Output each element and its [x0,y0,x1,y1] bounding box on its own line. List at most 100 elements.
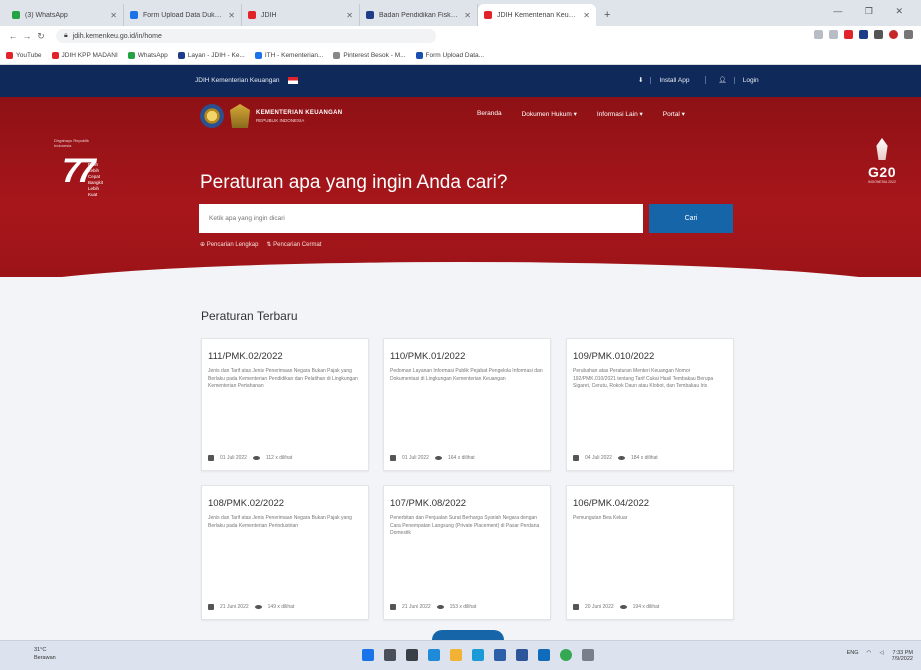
browser-tab[interactable]: JDIH ✕ [242,4,360,26]
card-meta: 01 Juli 2022 164 x dilihat [390,455,475,461]
card-meta: 21 Juni 2022 149 x dilihat [208,604,294,610]
reload-icon[interactable]: ↻ [34,31,48,42]
bookmark-item[interactable]: WhatsApp [127,51,168,59]
store-icon[interactable] [494,649,506,661]
calendar-icon [573,604,579,610]
card-title[interactable]: 111/PMK.02/2022 [208,351,362,362]
card-title[interactable]: 110/PMK.01/2022 [390,351,544,362]
mail-icon[interactable] [538,649,550,661]
card-description: Perubahan atas Peraturan Menteri Keuanga… [573,368,714,389]
smart-search-link[interactable]: ⇅ Pencarian Cermat [266,241,321,248]
calendar-icon [573,455,579,461]
extension-icon[interactable] [874,30,883,39]
eye-icon [619,605,627,609]
nav-dokumen-hukum[interactable]: Dokumen Hukum ▾ [522,110,577,118]
bookmark-favicon-icon [177,51,185,59]
regulation-card[interactable]: 110/PMK.01/2022 Pedoman Layanan Informas… [383,338,551,471]
file-explorer-icon[interactable] [450,649,462,661]
edge-icon[interactable] [472,649,484,661]
bookmark-item[interactable]: Pinterest Besok - M... [333,51,406,59]
user-icon: 👤︎ [718,77,727,84]
bookmark-item[interactable]: ITH - Kementerian... [254,51,323,59]
regulation-card[interactable]: 109/PMK.010/2022 Perubahan atas Peratura… [566,338,734,471]
extension-icon[interactable] [844,30,853,39]
site-top-strip: JDIH Kementerian Keuangan ⬇ Install App 👤… [0,65,921,97]
word-icon[interactable] [516,649,528,661]
profile-avatar-icon[interactable] [889,30,898,39]
browser-tab-active[interactable]: JDIH Kementerian Keuangan ✕ [478,4,596,26]
url-field[interactable]: 🔒︎ jdih.kemenkeu.go.id/in/home [56,29,436,43]
card-description: Pedoman Layanan Informasi Publik Pejabat… [390,368,543,382]
hut-ri-77-badge: Dirgahayu Republik Indonesia 77 Pulih Le… [54,138,104,197]
close-tab-icon[interactable]: ✕ [464,11,471,20]
bookmarks-bar: YouTube JDIH KPP MADANI WhatsApp Layan -… [0,46,921,65]
task-view-icon[interactable] [406,649,418,661]
card-meta: 21 Juni 2022 153 x dilihat [390,604,476,610]
language-indicator[interactable]: ENG [847,650,859,662]
card-description: Pemungutan Bea Keluar [573,515,628,521]
nav-informasi-lain[interactable]: Informasi Lain ▾ [597,110,643,118]
app-icon[interactable] [582,649,594,661]
chrome-icon[interactable] [560,649,572,661]
browser-tab-bar: (3) WhatsApp✕ Form Upload Data Dukung Pe… [0,0,921,26]
nav-beranda[interactable]: Beranda [477,110,502,118]
star-icon[interactable] [829,30,838,39]
eye-icon [252,456,260,460]
windows-taskbar: 31°C Berawan ENG ◠ ◁ 7:33 PM 7/9/2022 [0,640,921,670]
search-options: ⊕ Pencarian Lengkap ⇅ Pencarian Cermat [200,241,321,248]
bookmark-favicon-icon [333,51,341,59]
windows-start-icon[interactable] [362,649,374,661]
close-tab-icon[interactable]: ✕ [346,11,353,20]
install-app-link[interactable]: ⬇ Install App [630,76,697,84]
indonesia-flag-icon[interactable] [287,77,298,84]
forward-icon[interactable]: → [20,31,34,41]
bookmark-item[interactable]: Layan - JDIH - Ke... [177,51,245,59]
regulation-card[interactable]: 106/PMK.04/2022 Pemungutan Bea Keluar 20… [566,485,734,620]
browser-tab[interactable]: (3) WhatsApp ✕ [6,4,124,26]
full-search-link[interactable]: ⊕ Pencarian Lengkap [200,241,258,248]
menu-icon[interactable] [904,30,913,39]
card-title[interactable]: 107/PMK.08/2022 [390,498,544,509]
search-button[interactable]: Cari [649,204,733,233]
close-tab-icon[interactable]: ✕ [583,11,590,20]
system-tray: ENG ◠ ◁ 7:33 PM 7/9/2022 [847,650,913,662]
card-meta: 01 Juli 2022 112 x dilihat [208,455,292,461]
top-actions: ⬇ Install App 👤︎ Login [630,76,767,84]
new-tab-button[interactable]: + [596,9,618,26]
card-title[interactable]: 109/PMK.010/2022 [573,351,727,362]
search-input[interactable] [199,204,643,233]
volume-icon[interactable]: ◁ [879,650,883,662]
section-title: Peraturan Terbaru [201,309,298,323]
bookmark-favicon-icon [415,51,423,59]
regulation-card[interactable]: 111/PMK.02/2022 Jenis dan Tarif atas Jen… [201,338,369,471]
card-title[interactable]: 108/PMK.02/2022 [208,498,362,509]
bookmark-favicon-icon [51,51,59,59]
browser-tab[interactable]: Form Upload Data Dukung Pen✕ [124,4,242,26]
regulation-card[interactable]: 108/PMK.02/2022 Jenis dan Tarif atas Jen… [201,485,369,620]
extension-icon[interactable] [859,30,868,39]
weather-widget[interactable]: 31°C Berawan [34,646,56,662]
close-tab-icon[interactable]: ✕ [110,11,117,20]
clock[interactable]: 7:33 PM 7/9/2022 [892,650,913,662]
close-tab-icon[interactable]: ✕ [228,11,235,20]
bookmark-item[interactable]: JDIH KPP MADANI [51,51,118,59]
search-icon[interactable] [384,649,396,661]
nav-portal[interactable]: Portal ▾ [663,110,685,118]
ppid-logo-icon [200,104,224,128]
browser-tab[interactable]: Badan Pendidikan Fiskal Kem✕ [360,4,478,26]
site-logo[interactable]: KEMENTERIAN KEUANGAN REPUBLIK INDONESIA [200,104,342,128]
regulation-card[interactable]: 107/PMK.08/2022 Penerbitan dan Penjualan… [383,485,551,620]
bookmark-item[interactable]: YouTube [6,51,42,59]
bookmark-favicon-icon [254,51,262,59]
wifi-icon[interactable]: ◠ [867,650,872,662]
card-title[interactable]: 106/PMK.04/2022 [573,498,727,509]
window-controls[interactable]: — ❐ ✕ [833,6,913,17]
g20-emblem-icon [876,138,888,160]
widgets-icon[interactable] [428,649,440,661]
share-icon[interactable] [814,30,823,39]
hero-title: Peraturan apa yang ingin Anda cari? [200,172,508,193]
calendar-icon [208,455,214,461]
login-link[interactable]: 👤︎ Login [705,76,766,84]
back-icon[interactable]: ← [6,31,20,41]
bookmark-item[interactable]: Form Upload Data... [415,51,484,59]
